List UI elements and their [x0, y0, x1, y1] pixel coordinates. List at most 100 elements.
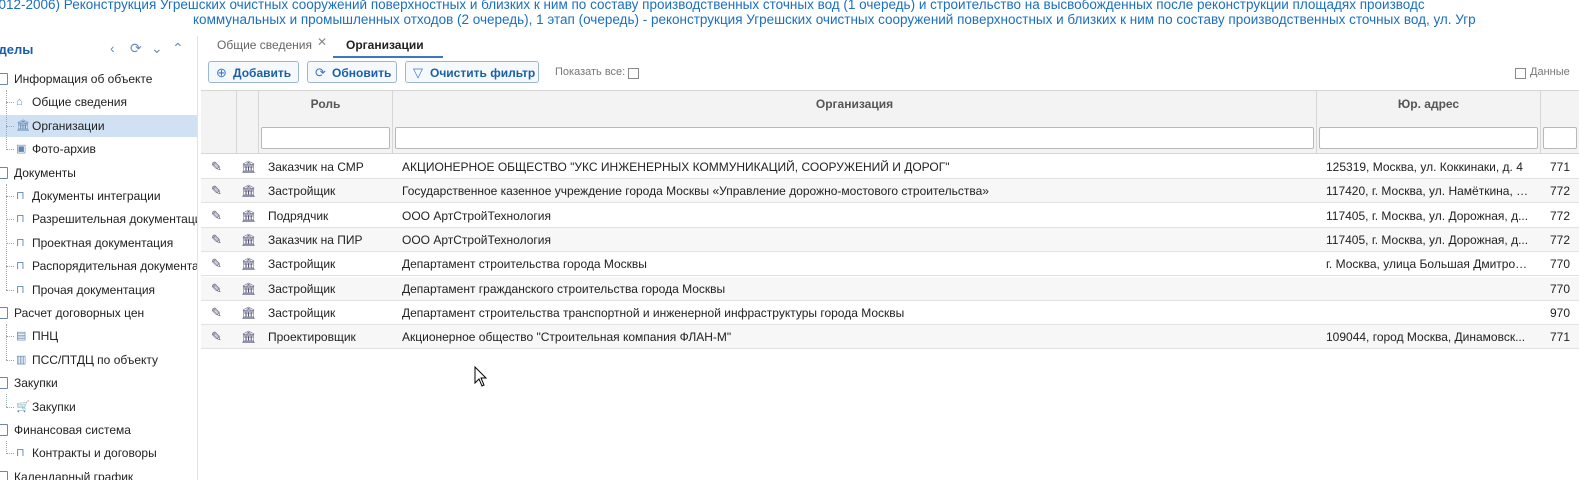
address-cell: 109044, город Москва, Динамовск... — [1326, 330, 1526, 345]
document-icon: ▥ — [16, 353, 27, 366]
tree-connector — [6, 125, 14, 127]
organization-cell: Акционерное общество "Строительная компа… — [402, 330, 732, 345]
header-edit-col — [201, 91, 237, 153]
refresh-icon: ⟳ — [315, 65, 326, 80]
role-cell: Застройщик — [268, 184, 336, 199]
data-checkbox[interactable] — [1515, 68, 1526, 79]
address-cell: 117405, г. Москва, ул. Дорожная, д... — [1326, 208, 1529, 223]
bank-icon: 🏛 — [241, 330, 257, 345]
tree-item-label: Документы интеграции — [32, 189, 161, 203]
role-cell: Проектировщик — [268, 330, 356, 345]
pencil-icon[interactable]: ✎ — [211, 228, 222, 252]
tree-item-label: Закупки — [32, 399, 76, 414]
tree-item[interactable]: ▤ ПНЦ — [0, 325, 197, 347]
home-icon: ⌂ — [16, 96, 23, 109]
tree-item[interactable]: ⌂ Общие сведения — [0, 91, 197, 113]
book-icon: ⊓ — [16, 447, 25, 460]
mouse-cursor-icon — [474, 366, 488, 387]
tree-group[interactable]: Информация об объекте — [0, 68, 197, 90]
role-cell: Застройщик — [268, 305, 336, 320]
tree-connector — [6, 394, 7, 407]
folder-icon — [0, 166, 8, 179]
header-org-col: Организация — [393, 91, 1317, 153]
pencil-icon[interactable]: ✎ — [211, 179, 222, 203]
pencil-icon[interactable]: ✎ — [211, 252, 222, 276]
tree-group[interactable]: Расчет договорных цен — [0, 302, 197, 324]
tree-group[interactable]: Документы — [0, 162, 197, 184]
tab-organizations[interactable]: Организации — [333, 36, 443, 58]
pencil-icon[interactable]: ✎ — [211, 155, 222, 179]
bank-icon: 🏛 — [16, 119, 30, 132]
organization-cell: Государственное казенное учреждение горо… — [402, 184, 989, 199]
table-row[interactable]: ✎ 🏛 Проектировщик Акционерное общество "Стр… — [201, 325, 1579, 350]
table-row[interactable]: ✎ 🏛 Заказчик на СМР АКЦИОНЕРНОЕ ОБЩЕСТВО "У… — [201, 155, 1579, 179]
object-title-line-2: коммунальных и промышленных отходов (2 о… — [193, 12, 1476, 27]
tree-item[interactable]: ⊓ Распорядительная документация — [0, 255, 197, 277]
next-filter-input[interactable] — [1543, 127, 1577, 149]
add-button[interactable]: ⊕ Добавить — [208, 61, 299, 83]
tree-item[interactable]: 🛒 Закупки — [0, 396, 197, 418]
cart-icon: 🛒 — [16, 400, 30, 413]
collapse-icon[interactable]: ⌃ — [172, 40, 184, 57]
tree-connector — [6, 102, 14, 104]
tree-item-label: Организации — [32, 118, 105, 133]
tree-item-label: Распорядительная документация — [32, 259, 198, 274]
tree-group-label: Финансовая система — [14, 423, 131, 437]
grid-header: Роль Организация Юр. адрес — [201, 90, 1579, 154]
tree-group[interactable]: Финансовая система — [0, 419, 197, 441]
back-icon[interactable]: ‹ — [110, 40, 115, 56]
bank-icon: 🏛 — [241, 257, 257, 272]
table-row[interactable]: ✎ 🏛 Заказчик на ПИР ООО АртСтройТехнология 1… — [201, 227, 1579, 252]
image-icon: ▣ — [16, 143, 27, 156]
tree-item[interactable]: ▣ Фото-архив — [0, 138, 197, 160]
address-cell: 125319, Москва, ул. Коккинаки, д. 4 — [1326, 160, 1523, 174]
book-icon: ⊓ — [16, 213, 25, 226]
column-header-role[interactable]: Роль — [259, 97, 392, 111]
pencil-icon[interactable]: ✎ — [211, 204, 222, 228]
folder-icon — [0, 307, 8, 319]
table-row[interactable]: ✎ 🏛 Застройщик Департамент строительства го… — [201, 252, 1579, 277]
tab-general-info[interactable]: Общие сведения ✕ — [217, 35, 327, 58]
refresh-button[interactable]: ⟳ Обновить — [307, 61, 397, 83]
table-row[interactable]: ✎ 🏛 Застройщик Департамент строительства тр… — [201, 301, 1579, 325]
role-cell: Застройщик — [268, 257, 336, 272]
show-all-checkbox[interactable] — [628, 68, 639, 79]
pencil-icon[interactable]: ✎ — [211, 325, 222, 349]
tree-connector — [6, 336, 14, 338]
column-header-organization[interactable]: Организация — [393, 97, 1316, 111]
refresh-icon[interactable]: ⟳ — [130, 40, 142, 57]
expand-icon[interactable]: ⌄ — [151, 40, 163, 57]
sections-sidebar: зделы ‹ ⟳ ⌄ ⌃ Информация об объекте ⌂ Общи… — [0, 36, 198, 480]
tree-item[interactable]: ⊓ Прочая документация — [0, 279, 197, 301]
tree-group-label: Календарный график — [14, 469, 134, 480]
tree-item[interactable]: ⊓ Контракты и договоры — [0, 442, 197, 464]
tree-item-label: Контракты и договоры — [32, 446, 157, 461]
header-addr-col: Юр. адрес — [1317, 91, 1541, 153]
tree-item[interactable]: 🏛 Организации — [0, 114, 197, 137]
tree-item[interactable]: ⊓ Проектная документация — [0, 232, 197, 254]
tree-connector — [6, 324, 7, 361]
organization-filter-input[interactable] — [395, 127, 1314, 149]
address-filter-input[interactable] — [1319, 127, 1538, 149]
folder-icon — [0, 424, 8, 436]
tree-item[interactable]: ⊓ Разрешительная документация — [0, 208, 197, 230]
tree-connector — [6, 90, 7, 150]
bank-icon: 🏛 — [241, 232, 257, 247]
tree-group[interactable]: Календарный график — [0, 466, 197, 480]
table-row[interactable]: ✎ 🏛 Застройщик Департамент гражданского стр… — [201, 276, 1579, 301]
table-row[interactable]: ✎ 🏛 Застройщик Государственное казенное учр… — [201, 179, 1579, 204]
tree-item-label: ПСС/ПТДЦ по объекту — [32, 352, 159, 367]
pencil-icon[interactable]: ✎ — [211, 301, 222, 325]
role-filter-input[interactable] — [261, 127, 390, 149]
pencil-icon[interactable]: ✎ — [211, 277, 222, 301]
close-icon[interactable]: ✕ — [317, 33, 327, 51]
clear-filter-button[interactable]: ▽ Очистить фильтр — [405, 61, 539, 83]
role-cell: Подрядчик — [268, 208, 329, 223]
tree-connector — [6, 441, 7, 454]
inn-cell: 772 — [1550, 184, 1571, 199]
table-row[interactable]: ✎ 🏛 Подрядчик ООО АртСтройТехнология 117405,… — [201, 204, 1579, 228]
tree-item[interactable]: ⊓ Документы интеграции — [0, 185, 197, 207]
tree-group[interactable]: Закупки — [0, 372, 197, 394]
column-header-address[interactable]: Юр. адрес — [1317, 97, 1540, 111]
tree-item[interactable]: ▥ ПСС/ПТДЦ по объекту — [0, 349, 197, 371]
